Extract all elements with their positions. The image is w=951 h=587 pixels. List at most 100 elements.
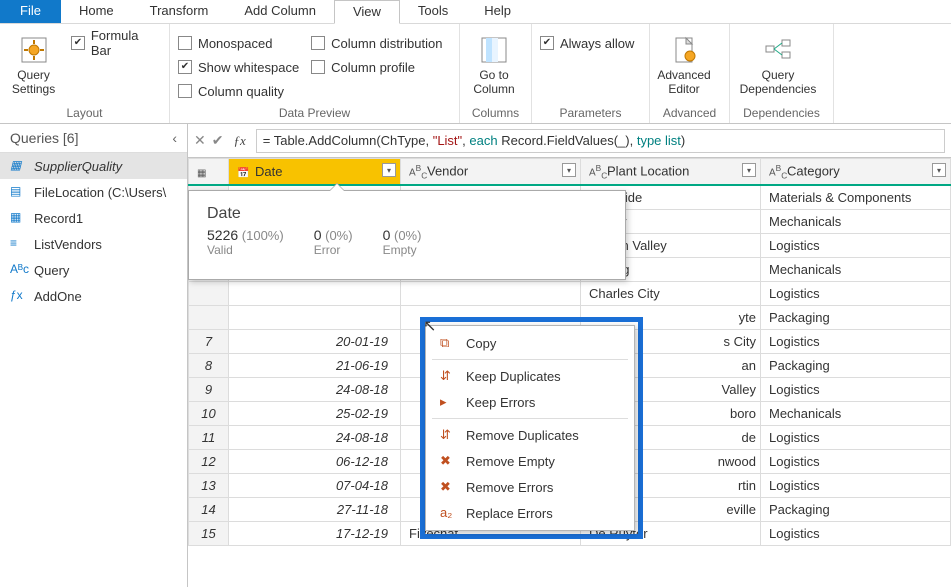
- filter-dropdown-icon[interactable]: ▾: [932, 163, 946, 177]
- cell-date[interactable]: 24-08-18: [229, 378, 401, 402]
- monospaced-label: Monospaced: [198, 36, 272, 51]
- tooltip-valid-label: Valid: [207, 243, 284, 257]
- cell-category[interactable]: Mechanicals: [761, 402, 951, 426]
- query-dependencies-label: Query Dependencies: [738, 68, 818, 96]
- context-remove-empty[interactable]: ✖Remove Empty: [426, 448, 634, 474]
- query-table-icon: ▦: [10, 158, 26, 174]
- cursor-icon: ↖: [423, 316, 436, 336]
- menu-home[interactable]: Home: [61, 0, 132, 23]
- profile-checkbox[interactable]: Column profile: [311, 56, 442, 78]
- context-item-label: Remove Empty: [466, 454, 555, 469]
- advanced-editor-button[interactable]: Advanced Editor: [658, 32, 710, 96]
- cell-date[interactable]: 07-04-18: [229, 474, 401, 498]
- context-copy[interactable]: ⧉Copy: [426, 330, 634, 356]
- menu-bar: File Home Transform Add Column View Tool…: [0, 0, 951, 24]
- cell-category[interactable]: Logistics: [761, 330, 951, 354]
- advanced-editor-label: Advanced Editor: [657, 68, 710, 96]
- cell-category[interactable]: Logistics: [761, 426, 951, 450]
- quality-checkbox[interactable]: Column quality: [178, 80, 299, 102]
- column-header-vendor[interactable]: ABCVendor▾: [401, 159, 581, 186]
- row-number: 8: [189, 354, 229, 378]
- cell-date[interactable]: [229, 282, 401, 306]
- query-abc-icon: Aᴮc: [10, 262, 26, 278]
- cell-vendor[interactable]: [401, 282, 581, 306]
- cell-category[interactable]: Packaging: [761, 306, 951, 330]
- query-item-label: SupplierQuality: [34, 159, 122, 174]
- query-dependencies-button[interactable]: Query Dependencies: [738, 32, 818, 96]
- cell-category[interactable]: Mechanicals: [761, 210, 951, 234]
- remove-dup-icon: ⇵: [440, 427, 456, 443]
- cell-category[interactable]: Packaging: [761, 354, 951, 378]
- cell-category[interactable]: Materials & Components: [761, 185, 951, 210]
- collapse-panel-icon[interactable]: ‹: [172, 130, 177, 146]
- filter-dropdown-icon[interactable]: ▾: [742, 163, 756, 177]
- cell-category[interactable]: Mechanicals: [761, 258, 951, 282]
- cell-category[interactable]: Logistics: [761, 234, 951, 258]
- row-header[interactable]: ▦: [189, 159, 229, 186]
- filter-dropdown-icon[interactable]: ▾: [382, 163, 396, 177]
- context-remove-errors[interactable]: ✖Remove Errors: [426, 474, 634, 500]
- menu-add-column[interactable]: Add Column: [226, 0, 334, 23]
- cell-date[interactable]: 27-11-18: [229, 498, 401, 522]
- checkbox-icon: [178, 84, 192, 98]
- context-keep-errors[interactable]: ▸Keep Errors: [426, 389, 634, 415]
- copy-icon: ⧉: [440, 335, 456, 351]
- cell-date[interactable]: 25-02-19: [229, 402, 401, 426]
- formula-bar-label: Formula Bar: [91, 28, 161, 58]
- query-item-label: Query: [34, 263, 69, 278]
- menu-view[interactable]: View: [334, 0, 400, 24]
- cell-date[interactable]: 21-06-19: [229, 354, 401, 378]
- query-item-1[interactable]: ▤FileLocation (C:\Users\: [0, 179, 187, 205]
- cell-category[interactable]: Logistics: [761, 378, 951, 402]
- menu-help[interactable]: Help: [466, 0, 529, 23]
- cell-category[interactable]: Logistics: [761, 522, 951, 546]
- accept-formula-icon[interactable]: ✔: [212, 132, 224, 149]
- menu-transform[interactable]: Transform: [132, 0, 227, 23]
- formula-text: = Table.AddColumn(ChType,: [263, 133, 433, 148]
- goto-column-icon: [478, 34, 510, 66]
- table-row[interactable]: Charles CityLogistics: [189, 282, 951, 306]
- query-item-4[interactable]: Aᴮc Query: [0, 257, 187, 283]
- cell-category[interactable]: Logistics: [761, 450, 951, 474]
- tooltip-error-pct: (0%): [325, 228, 352, 243]
- context-remove-duplicates[interactable]: ⇵Remove Duplicates: [426, 422, 634, 448]
- query-item-3[interactable]: ≡ListVendors: [0, 231, 187, 257]
- menu-tools[interactable]: Tools: [400, 0, 466, 23]
- profile-label: Column profile: [331, 60, 415, 75]
- cell-date[interactable]: [229, 306, 401, 330]
- cell-category[interactable]: Logistics: [761, 282, 951, 306]
- column-header-category[interactable]: ABCCategory▾: [761, 159, 951, 186]
- menu-file[interactable]: File: [0, 0, 61, 23]
- cancel-formula-icon[interactable]: ✕: [194, 132, 206, 149]
- formula-keyword: type list: [637, 133, 681, 148]
- context-keep-duplicates[interactable]: ⇵Keep Duplicates: [426, 363, 634, 389]
- formula-input[interactable]: = Table.AddColumn(ChType, "List", each R…: [256, 129, 945, 153]
- query-settings-button[interactable]: Query Settings: [8, 32, 59, 96]
- cell-plant[interactable]: Charles City: [581, 282, 761, 306]
- query-item-5[interactable]: ƒxAddOne: [0, 283, 187, 309]
- column-header-date[interactable]: 📅Date▾: [229, 159, 401, 186]
- goto-column-button[interactable]: Go to Column: [468, 32, 520, 96]
- formula-bar: ✕ ✔ ƒx = Table.AddColumn(ChType, "List",…: [188, 124, 951, 158]
- cell-date[interactable]: 17-12-19: [229, 522, 401, 546]
- query-item-2[interactable]: ▦Record1: [0, 205, 187, 231]
- row-number: [189, 306, 229, 330]
- filter-dropdown-icon[interactable]: ▾: [562, 163, 576, 177]
- monospaced-checkbox[interactable]: Monospaced: [178, 32, 299, 54]
- whitespace-checkbox[interactable]: Show whitespace: [178, 56, 299, 78]
- query-table-icon: ▦: [10, 210, 26, 226]
- distribution-checkbox[interactable]: Column distribution: [311, 32, 442, 54]
- context-replace-errors[interactable]: a₂Replace Errors: [426, 500, 634, 526]
- text-type-icon: ABC: [409, 163, 427, 180]
- formula-bar-checkbox[interactable]: Formula Bar: [71, 32, 161, 54]
- checkbox-icon: [71, 36, 85, 50]
- cell-category[interactable]: Logistics: [761, 474, 951, 498]
- cell-date[interactable]: 06-12-18: [229, 450, 401, 474]
- always-allow-checkbox[interactable]: Always allow: [540, 32, 634, 54]
- column-header-plant[interactable]: ABCPlant Location▾: [581, 159, 761, 186]
- fx-icon[interactable]: ƒx: [227, 133, 251, 149]
- query-item-0[interactable]: ▦ SupplierQuality: [0, 153, 187, 179]
- cell-date[interactable]: 20-01-19: [229, 330, 401, 354]
- cell-category[interactable]: Packaging: [761, 498, 951, 522]
- cell-date[interactable]: 24-08-18: [229, 426, 401, 450]
